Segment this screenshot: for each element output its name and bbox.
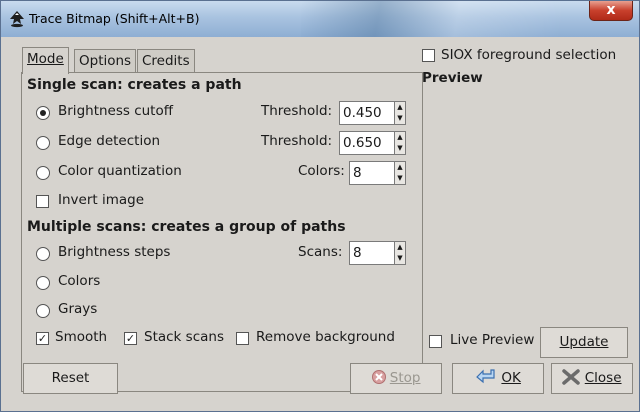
stop-button[interactable]: Stop xyxy=(350,363,442,394)
brightness-cutoff-radio[interactable] xyxy=(36,106,50,120)
brightness-threshold-value[interactable]: 0.450 xyxy=(343,105,382,121)
invert-image-checkbox[interactable] xyxy=(36,195,49,208)
single-scan-heading: Single scan: creates a path xyxy=(27,77,242,93)
preview-area xyxy=(422,90,626,324)
close-icon: x xyxy=(606,2,616,18)
multi-colors-label[interactable]: Colors xyxy=(58,273,100,289)
smooth-label[interactable]: Smooth xyxy=(55,329,107,345)
ok-button-label: OK xyxy=(501,370,521,386)
tab-credits-label: Credits xyxy=(142,53,190,69)
edge-threshold-spinbox[interactable]: 0.650 ▲ ▼ xyxy=(339,131,406,155)
edge-threshold-value[interactable]: 0.650 xyxy=(343,135,382,151)
spin-arrows-icon[interactable]: ▲ ▼ xyxy=(394,242,405,264)
invert-image-label[interactable]: Invert image xyxy=(58,192,144,208)
smooth-checkbox[interactable]: ✓ xyxy=(36,332,49,345)
reset-button-label: Reset xyxy=(51,370,90,386)
update-button-label: Update xyxy=(559,334,609,350)
inkscape-icon xyxy=(10,11,24,28)
tab-options[interactable]: Options xyxy=(74,49,137,73)
close-button[interactable]: Close xyxy=(551,363,633,394)
mode-tab-panel: Single scan: creates a path Brightness c… xyxy=(21,72,423,392)
multi-colors-radio[interactable] xyxy=(36,276,50,290)
grays-label[interactable]: Grays xyxy=(58,301,97,317)
remove-background-label[interactable]: Remove background xyxy=(256,329,395,345)
close-button-label: Close xyxy=(584,370,622,386)
preview-heading: Preview xyxy=(422,70,483,86)
siox-checkbox[interactable] xyxy=(422,49,435,62)
title-bar-glass xyxy=(301,1,561,37)
colors-count-value[interactable]: 8 xyxy=(353,165,362,181)
title-bar[interactable]: Trace Bitmap (Shift+Alt+B) x xyxy=(1,1,639,37)
spin-arrows-icon[interactable]: ▲ ▼ xyxy=(394,162,405,184)
brightness-steps-label[interactable]: Brightness steps xyxy=(58,244,170,260)
update-button[interactable]: Update xyxy=(540,327,628,358)
reset-button[interactable]: Reset xyxy=(23,363,118,394)
tab-credits[interactable]: Credits xyxy=(137,49,195,73)
ok-arrow-icon xyxy=(476,369,495,384)
edge-detection-label[interactable]: Edge detection xyxy=(58,133,160,149)
stack-scans-label[interactable]: Stack scans xyxy=(144,329,224,345)
stack-scans-checkbox[interactable]: ✓ xyxy=(124,332,137,345)
multiple-scans-heading: Multiple scans: creates a group of paths xyxy=(27,219,346,235)
dialog-body: Mode Options Credits Single scan: create… xyxy=(8,38,633,406)
spin-arrows-icon[interactable]: ▲ ▼ xyxy=(394,132,405,154)
brightness-cutoff-label[interactable]: Brightness cutoff xyxy=(58,103,173,119)
scans-count-label: Scans: xyxy=(298,244,343,260)
stop-icon xyxy=(371,370,386,384)
brightness-steps-radio[interactable] xyxy=(36,247,50,261)
color-quantization-radio[interactable] xyxy=(36,166,50,180)
siox-label[interactable]: SIOX foreground selection xyxy=(441,47,616,63)
tab-options-label: Options xyxy=(79,53,132,69)
window-title: Trace Bitmap (Shift+Alt+B) xyxy=(29,11,200,26)
tab-mode-label: Mode xyxy=(27,51,64,67)
scans-count-spinbox[interactable]: 8 ▲ ▼ xyxy=(349,241,406,265)
grays-radio[interactable] xyxy=(36,304,50,318)
window-close-button[interactable]: x xyxy=(589,1,633,21)
live-preview-label[interactable]: Live Preview xyxy=(450,332,534,348)
stop-button-label: Stop xyxy=(389,370,421,386)
edge-detection-radio[interactable] xyxy=(36,136,50,150)
colors-count-label: Colors: xyxy=(298,163,345,179)
color-quantization-label[interactable]: Color quantization xyxy=(58,163,182,179)
spin-arrows-icon[interactable]: ▲ ▼ xyxy=(394,102,405,124)
brightness-threshold-spinbox[interactable]: 0.450 ▲ ▼ xyxy=(339,101,406,125)
scans-count-value[interactable]: 8 xyxy=(353,245,362,261)
colors-count-spinbox[interactable]: 8 ▲ ▼ xyxy=(349,161,406,185)
live-preview-checkbox[interactable] xyxy=(429,335,442,348)
edge-threshold-label: Threshold: xyxy=(261,133,333,149)
tab-mode[interactable]: Mode xyxy=(22,47,69,74)
ok-button[interactable]: OK xyxy=(452,363,544,394)
close-x-icon xyxy=(562,369,581,385)
brightness-threshold-label: Threshold: xyxy=(261,103,333,119)
trace-bitmap-dialog: Trace Bitmap (Shift+Alt+B) x Mode Option… xyxy=(0,0,640,412)
remove-background-checkbox[interactable] xyxy=(236,332,249,345)
